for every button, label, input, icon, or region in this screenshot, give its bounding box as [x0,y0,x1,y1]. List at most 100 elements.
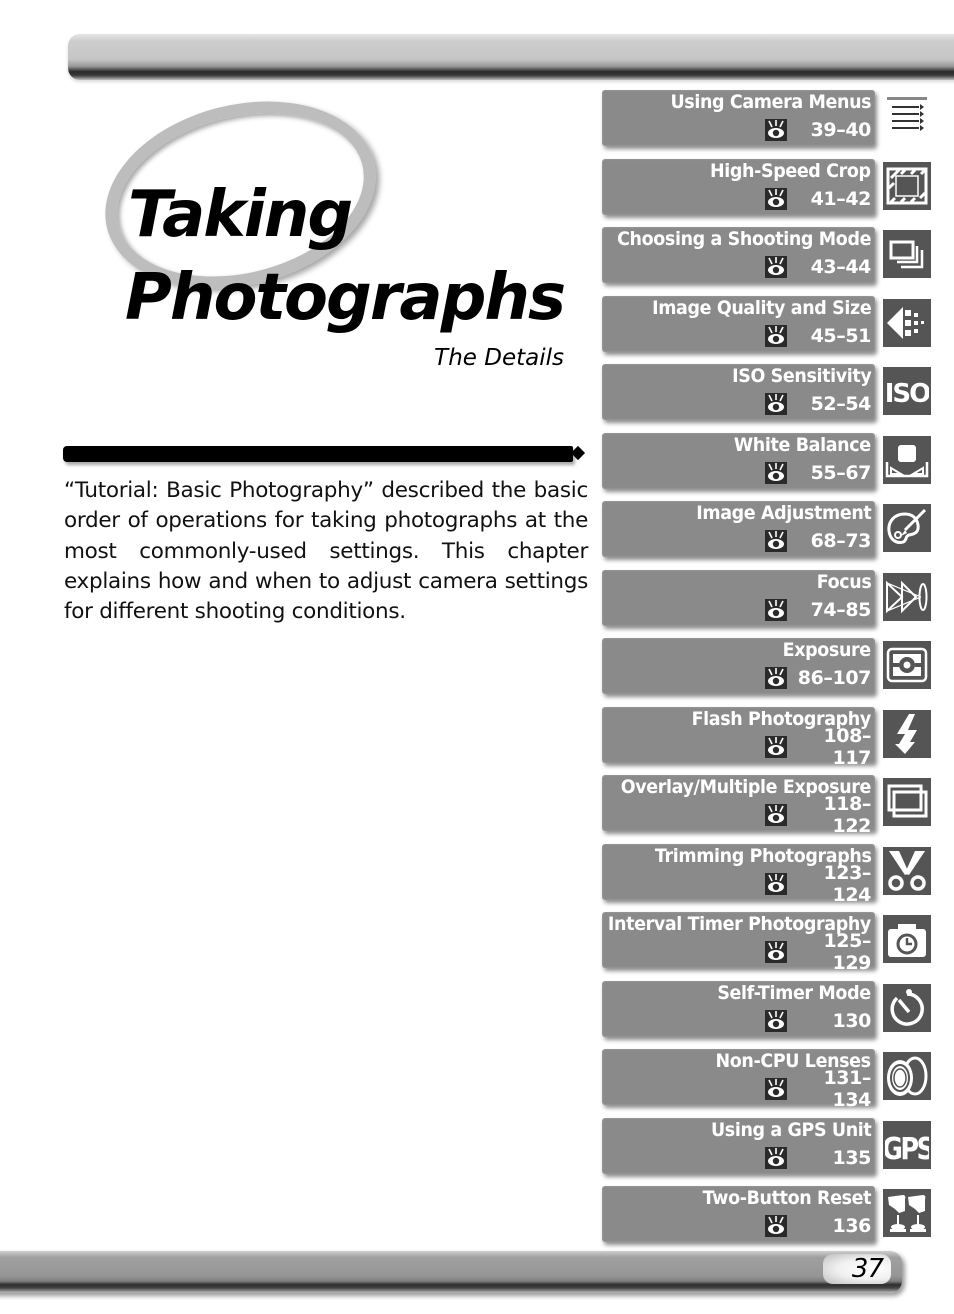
toc-item-page-reference: 86–107 [765,667,871,689]
toc-item-tab[interactable]: Exposure 86–107 [602,638,875,694]
toc-item[interactable]: Image Adjustment 68–73 [602,501,932,557]
page-reference-eye-icon [765,393,787,415]
page-reference-eye-icon [765,667,787,689]
two-button-reset-icon[interactable] [883,1189,931,1237]
toc-item-tab[interactable]: Focus 74–85 [602,569,875,626]
toc-item-pages[interactable]: 123–124 [787,862,871,906]
toc-item[interactable]: Choosing a Shooting Mode 43–44 [602,227,932,283]
toc-item-page-reference: 55–67 [765,461,872,484]
toc-item-tab[interactable]: ISO Sensitivity 52–54 [602,364,875,420]
toc-item[interactable]: Trimming Photographs 123–124 [602,843,932,906]
palette-icon[interactable] [883,504,931,552]
toc-item-page-reference: 123–124 [765,862,871,906]
toc-item-tab[interactable]: Interval Timer Photography 125–129 [602,912,875,974]
focus-icon[interactable] [883,572,931,621]
toc-item[interactable]: High-Speed Crop 41–42 [602,158,932,215]
toc-item-tab[interactable]: Two-Button Reset 136 [602,1186,875,1242]
toc-item-tab[interactable]: Overlay/Multiple Exposure 118–122 [602,775,875,837]
toc-item-pages[interactable]: 43–44 [787,256,872,278]
toc-item[interactable]: Self-Timer Mode 130 [602,980,932,1037]
toc-item-pages[interactable]: 118–122 [787,793,871,837]
toc-item-label: Choosing a Shooting Mode [617,228,871,250]
self-timer-icon[interactable] [883,983,931,1032]
toc-item-pages[interactable]: 131–134 [787,1067,871,1111]
toc-item[interactable]: Overlay/Multiple Exposure 118–122 [602,775,932,837]
toc-item-tab[interactable]: Image Quality and Size 45–51 [602,295,875,352]
toc-item-pages[interactable]: 45–51 [787,325,872,347]
page-reference-eye-icon [765,461,787,484]
image-quality-icon[interactable] [883,298,931,347]
crop-frame-icon[interactable] [883,161,931,210]
toc-item-pages[interactable]: 74–85 [787,599,872,621]
overlay-icon[interactable] [883,778,931,826]
toc-item-tab[interactable]: Using Camera Menus 39–40 [602,90,875,146]
toc-item-tab[interactable]: Choosing a Shooting Mode 43–44 [602,227,875,283]
toc-item-pages[interactable]: 52–54 [787,393,872,415]
toc-item-label: Exposure [782,639,871,661]
toc-item[interactable]: White Balance 55–67 [602,432,932,489]
toc-item[interactable]: Image Quality and Size 45–51 [602,295,932,352]
toc-item-tab[interactable]: Self-Timer Mode 130 [602,980,875,1037]
toc-item-pages[interactable]: 39–40 [787,119,872,141]
toc-item-pages[interactable]: 130 [787,1010,872,1032]
page-reference-eye-icon [765,530,787,552]
toc-item-pages[interactable]: 108–117 [787,725,871,769]
chapter-title-line-1: Taking [128,178,353,252]
toc-item[interactable]: Using a GPS Unit 135 GPS [602,1117,932,1174]
toc-item-page-reference: 125–129 [765,930,871,974]
flash-icon[interactable] [883,709,931,758]
toc-item[interactable]: Interval Timer Photography 125–129 [602,912,932,974]
page-reference-eye-icon [765,598,787,621]
page-number: 37 [851,1254,884,1284]
scissors-icon[interactable] [883,846,931,895]
page-reference-eye-icon [765,735,787,758]
page-reference-eye-icon [765,1215,787,1237]
toc-item-tab[interactable]: Non-CPU Lenses 131–134 [602,1049,875,1111]
toc-item-label: Using a GPS Unit [710,1118,872,1141]
toc-item-page-reference: 43–44 [765,256,871,278]
toc-item[interactable]: Non-CPU Lenses 131–134 [602,1049,932,1111]
toc-item-pages[interactable]: 55–67 [787,462,872,484]
toc-item-tab[interactable]: White Balance 55–67 [602,432,875,489]
menu-list-icon[interactable] [883,93,931,141]
toc-item-tab[interactable]: Flash Photography 108–117 [602,706,875,769]
toc-item[interactable]: Exposure 86–107 [602,638,932,694]
toc-item-pages[interactable]: 41–42 [787,188,872,210]
toc-item-page-reference: 108–117 [765,725,871,769]
toc-item[interactable]: Focus 74–85 [602,569,932,626]
toc-item-pages[interactable]: 135 [787,1147,872,1169]
metering-icon[interactable] [883,641,931,689]
intro-divider [63,446,573,462]
header-decorative-bar [68,34,954,80]
toc-item[interactable]: Using Camera Menus 39–40 [602,90,932,146]
intro-paragraph: “Tutorial: Basic Photography” described … [64,478,588,625]
toc-item-label: ISO Sensitivity [731,365,872,387]
toc-item-pages[interactable]: 125–129 [787,930,871,974]
toc-item-label: Focus [816,570,871,593]
toc-item[interactable]: ISO Sensitivity 52–54 ISO [602,364,932,420]
lens-icon[interactable] [883,1052,931,1100]
page-reference-eye-icon [765,872,787,895]
svg-text:ISO: ISO [885,379,929,409]
toc-item[interactable]: Flash Photography 108–117 [602,706,932,769]
page-reference-eye-icon [765,941,787,963]
toc-item[interactable]: Two-Button Reset 136 [602,1186,932,1242]
toc-item-pages[interactable]: 68–73 [787,530,872,552]
toc-item-page-reference: 135 [765,1146,872,1169]
toc-item-tab[interactable]: Using a GPS Unit 135 [602,1117,875,1174]
iso-icon[interactable]: ISO [883,367,931,415]
gps-icon[interactable]: GPS [883,1120,931,1169]
toc-item-tab[interactable]: Trimming Photographs 123–124 [602,843,875,906]
interval-timer-icon[interactable] [883,915,931,963]
page-reference-eye-icon [765,1009,787,1032]
toc-item-pages[interactable]: 136 [787,1215,872,1237]
divider-diamond-icon [570,445,586,461]
toc-item-label: Image Quality and Size [651,296,872,319]
page-reference-eye-icon [765,1078,787,1100]
toc-item-pages[interactable]: 86–107 [787,667,872,689]
toc-item-label: High-Speed Crop [710,159,871,182]
toc-item-tab[interactable]: High-Speed Crop 41–42 [602,158,875,215]
stacked-frames-icon[interactable] [883,230,931,278]
toc-item-tab[interactable]: Image Adjustment 68–73 [602,501,875,557]
white-balance-icon[interactable] [883,435,931,484]
